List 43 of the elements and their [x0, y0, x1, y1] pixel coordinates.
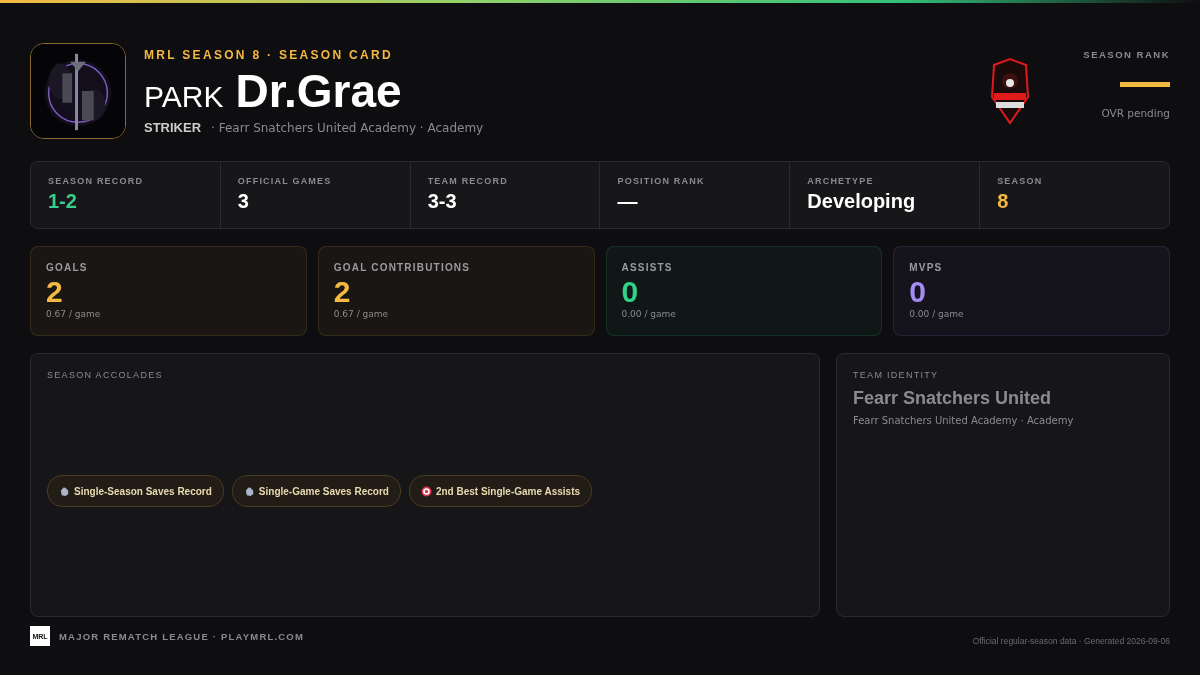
- team-subtitle: Fearr Snatchers United Academy · Academy: [853, 415, 1075, 426]
- summary-value: —: [617, 190, 639, 213]
- summary-label: ARCHETYPE: [807, 176, 875, 186]
- panel-title: SEASON ACCOLADES: [47, 370, 164, 380]
- summary-label: SEASON RECORD: [48, 176, 145, 186]
- per-game-text: 0.67 / game: [333, 309, 390, 319]
- summary-label: OFFICIAL GAMES: [237, 176, 333, 186]
- stat-label: ASSISTS: [621, 262, 674, 273]
- summary-value: 1-2: [48, 190, 78, 213]
- season-rank-label: SEASON RANK: [1083, 49, 1170, 60]
- position-label: STRIKER: [144, 119, 202, 135]
- stat-value: 0: [909, 275, 927, 309]
- stat-label: GOAL CONTRIBUTIONS: [333, 262, 472, 273]
- stat-value: 2: [46, 275, 64, 309]
- eyebrow-label: MRL SEASON 8 · SEASON CARD: [144, 47, 394, 62]
- target-icon: [420, 485, 432, 497]
- stat-label: GOALS: [46, 262, 89, 273]
- per-game-text: 0.00 / game: [621, 309, 677, 319]
- stat-label: MVPS: [909, 262, 944, 273]
- player-name: Dr.Grae: [235, 63, 402, 118]
- panel-title: TEAM IDENTITY: [853, 370, 940, 380]
- stat-value: 2: [333, 275, 352, 309]
- summary-label: TEAM RECORD: [427, 176, 509, 186]
- rank-placeholder-bar: [1120, 82, 1170, 87]
- summary-value: 8: [997, 190, 1010, 213]
- summary-value: 3-3: [427, 190, 458, 213]
- team-line: · Fearr Snatchers United Academy · Academy: [211, 120, 485, 135]
- summary-value: Developing: [807, 190, 917, 213]
- summary-label: POSITION RANK: [617, 176, 706, 186]
- team-name: Fearr Snatchers United: [853, 388, 1053, 409]
- league-name: MAJOR REMATCH LEAGUE · PLAYMRL.COM: [59, 630, 305, 642]
- accolade-badge: Single-Season Saves Record: [47, 475, 224, 507]
- first-name: PARK: [144, 79, 224, 114]
- summary-value: 3: [237, 190, 250, 213]
- footer-note: Official regular-season data · Generated 2026-09-06: [972, 636, 1170, 646]
- summary-label: SEASON: [997, 176, 1044, 186]
- rank-note: OVR pending: [1101, 107, 1170, 119]
- accolade-badge: 2nd Best Single-Game Assists: [408, 475, 593, 507]
- per-game-text: 0.67 / game: [46, 309, 102, 319]
- stat-value: 0: [621, 275, 640, 309]
- per-game-text: 0.00 / game: [909, 309, 965, 319]
- team-crest-icon: [988, 57, 1032, 125]
- accolade-badge: Single-Game Saves Record: [231, 475, 401, 507]
